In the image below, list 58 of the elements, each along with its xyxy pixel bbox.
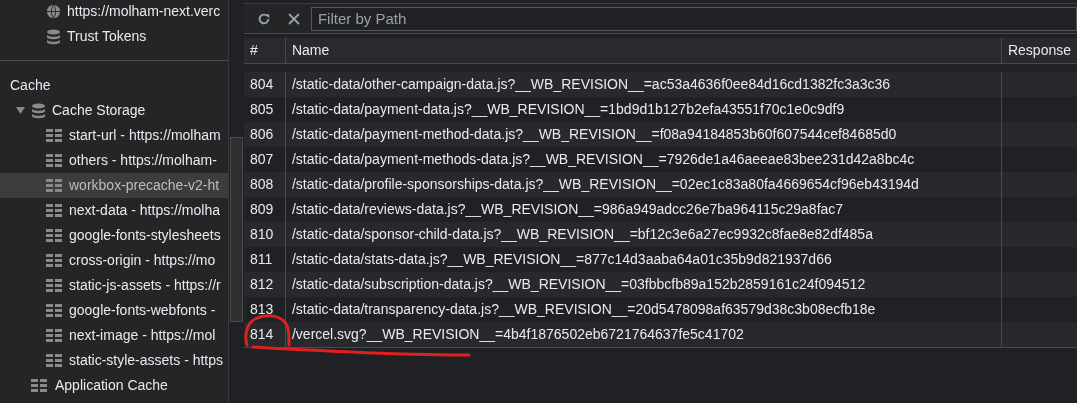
clear-icon[interactable] bbox=[287, 12, 300, 25]
expand-triangle-icon[interactable] bbox=[16, 107, 25, 114]
table-cell-text: /vercel.svg?__WB_REVISION__=4b4f1876502eb6721764637fe5c41702 bbox=[291, 325, 744, 344]
sidebar-item-label[interactable]: https://molham-next.verc bbox=[67, 1, 221, 22]
table-icon bbox=[46, 228, 62, 243]
sidebar-item-label[interactable]: static-js-assets - https://r bbox=[69, 275, 221, 296]
table-cell-text: /static-data/payment-data.js?__WB_REVISION__=1bd9d1b127b2efa43551f70c1e0c9df9 bbox=[291, 100, 845, 119]
table-cell-text: /static-data/stats-data.js?__WB_REVISION__=877c14d3aaba64a01c35b9d821937d66 bbox=[291, 250, 832, 269]
table-cell-text: /static-data/transparency-data.js?__WB_REVISION__=20d5478098af63579d38c3b08ecfb18e bbox=[291, 300, 876, 319]
sidebar-item-label[interactable]: next-data - https://molha bbox=[69, 200, 220, 221]
sidebar-item-label[interactable]: Application Cache bbox=[55, 375, 168, 396]
table-cell-text: 812 bbox=[249, 275, 274, 294]
column-header[interactable]: Response bbox=[1007, 40, 1071, 61]
table-icon bbox=[46, 128, 62, 143]
table-cell-text: 807 bbox=[249, 150, 274, 169]
table-cell-text: /static-data/sponsor-child-data.js?__WB_REVISION__=bf12c3e6a27ec9932c8fae8e82df485a bbox=[291, 225, 873, 244]
table-cell-text: 809 bbox=[249, 200, 274, 219]
table-icon bbox=[46, 178, 62, 193]
table-icon bbox=[46, 203, 62, 218]
sidebar-item-label[interactable]: Trust Tokens bbox=[67, 26, 147, 47]
table-cell-text: 813 bbox=[249, 300, 274, 319]
table-cell-text: /static-data/payment-method-data.js?__WB_REVISION__=f08a94184853b60f607544cef84685d0 bbox=[291, 125, 897, 144]
table-cell-text: 804 bbox=[249, 75, 274, 94]
table-cell-text: /static-data/payment-methods-data.js?__WB_REVISION__=7926de1a46aeeae83bee231d42a8bc4c bbox=[291, 150, 915, 169]
table-cell-text: /static-data/other-campaign-data.js?__WB_REVISION__=ac53a4636f0ee84d16cd1382fc3a3c36 bbox=[291, 75, 891, 94]
table-cell-text: /static-data/reviews-data.js?__WB_REVISION__=986a949adcc26e7ba964115c29a8fac7 bbox=[291, 200, 844, 219]
sidebar-item-label[interactable]: google-fonts-stylesheets bbox=[69, 225, 221, 246]
table-cell-text: /static-data/subscription-data.js?__WB_REVISION__=03fbbcfb89a152b2859161c24f094512 bbox=[291, 275, 866, 294]
database-icon bbox=[46, 28, 61, 45]
section-heading: Cache bbox=[10, 76, 51, 95]
table-cell-text: 808 bbox=[249, 175, 274, 194]
column-header[interactable]: # bbox=[249, 40, 258, 61]
table-cell-text: 805 bbox=[249, 100, 274, 119]
filter-field[interactable]: Filter by Path bbox=[310, 6, 1077, 31]
sidebar-item-label[interactable]: Cache Storage bbox=[52, 100, 146, 121]
refresh-icon[interactable] bbox=[256, 11, 271, 26]
table-icon bbox=[46, 328, 62, 343]
table-cell-text: 814 bbox=[249, 325, 274, 344]
table-icon bbox=[46, 278, 62, 293]
sidebar-item-label[interactable]: others - https://molham- bbox=[69, 150, 217, 171]
sidebar-item-label[interactable]: google-fonts-webfonts - bbox=[69, 300, 216, 321]
table-icon bbox=[46, 353, 62, 368]
column-header[interactable]: Name bbox=[291, 40, 330, 61]
table-cell-text: 810 bbox=[249, 225, 274, 244]
table-icon bbox=[46, 153, 62, 168]
sidebar-item-label[interactable]: start-url - https://molham bbox=[69, 125, 221, 146]
globe-icon bbox=[46, 4, 61, 19]
table-cell-text: /static-data/profile-sponsorships-data.js?__WB_REVISION__=02ec1c83a80fa4669654cf96eb43194d bbox=[291, 175, 919, 194]
table-icon bbox=[31, 378, 47, 393]
table-icon bbox=[46, 303, 62, 318]
database-icon bbox=[31, 102, 46, 119]
table-icon bbox=[46, 253, 62, 268]
sidebar-item-label[interactable]: cross-origin - https://mo bbox=[69, 250, 216, 271]
scrollbar-thumb[interactable] bbox=[230, 137, 244, 322]
table-cell-text: 811 bbox=[249, 250, 273, 269]
table-cell-text: 806 bbox=[249, 125, 274, 144]
sidebar-item-label[interactable]: static-style-assets - https bbox=[69, 350, 224, 371]
sidebar-item-label[interactable]: next-image - https://mol bbox=[69, 325, 216, 346]
